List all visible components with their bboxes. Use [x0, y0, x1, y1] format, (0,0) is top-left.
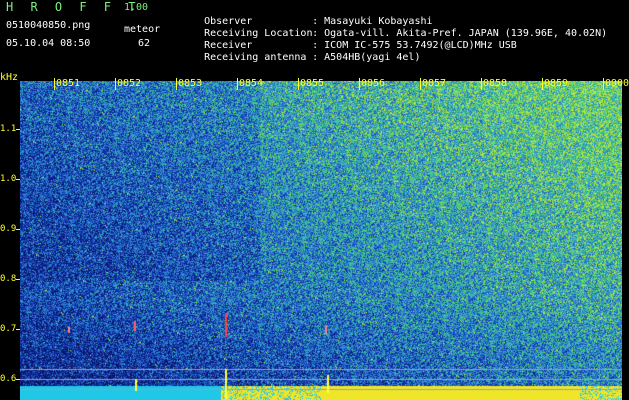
- time-tick-label: 0854: [239, 78, 264, 89]
- time-tick-label: 0859: [544, 78, 569, 89]
- time-tick-mark: [115, 78, 116, 90]
- time-tick-mark: [481, 78, 482, 90]
- header-panel: H R O F F T 1.00 0510040850.png meteor 0…: [0, 0, 629, 78]
- app-version: 1.00: [124, 2, 149, 13]
- time-tick-label: 0857: [422, 78, 447, 89]
- frequency-tick-mark: [16, 379, 20, 380]
- time-tick-mark: [298, 78, 299, 90]
- time-tick-label: 0855: [300, 78, 325, 89]
- frequency-tick-mark: [16, 129, 20, 130]
- frequency-tick-label: 1.0: [0, 174, 17, 184]
- time-tick-label: 0852: [117, 78, 142, 89]
- capture-datetime: 05.10.04 08:50: [6, 38, 91, 49]
- time-tick-label: 0851: [56, 78, 81, 89]
- info-value: A504HB(yagi 4el): [324, 52, 421, 63]
- frequency-tick-mark: [16, 279, 20, 280]
- time-tick-label: 0856: [361, 78, 386, 89]
- time-tick-label: 0853: [178, 78, 203, 89]
- frequency-tick-label: 0.6: [0, 374, 17, 384]
- spectrogram-canvas: [20, 81, 622, 400]
- time-tick-mark: [237, 78, 238, 90]
- time-tick-mark: [542, 78, 543, 90]
- time-tick-mark: [420, 78, 421, 90]
- spectrogram-plot: [20, 81, 622, 400]
- frequency-tick-mark: [16, 179, 20, 180]
- frequency-axis: 1.1 1.0 0.9 0.8 0.7 0.6: [0, 81, 20, 400]
- time-tick-label: 0900: [605, 78, 629, 89]
- time-tick-mark: [359, 78, 360, 90]
- time-axis: 0851 0852 0853 0854 0855 0856 0857 0858 0859 0900: [20, 78, 629, 90]
- frequency-tick-label: 0.7: [0, 324, 17, 334]
- frequency-tick-label: 1.1: [0, 124, 17, 134]
- time-tick-mark: [603, 78, 604, 90]
- time-tick-mark: [54, 78, 55, 90]
- info-value-antenna: : A504HB(yagi 4el): [312, 52, 421, 63]
- time-tick-label: 0858: [483, 78, 508, 89]
- frequency-tick-label: 0.8: [0, 274, 17, 284]
- frequency-tick-label: 0.9: [0, 224, 17, 234]
- capture-filename: 0510040850.png: [6, 20, 91, 31]
- meteor-count: 62: [138, 38, 151, 49]
- frequency-tick-mark: [16, 229, 20, 230]
- time-tick-mark: [176, 78, 177, 90]
- frequency-tick-mark: [16, 329, 20, 330]
- mode-label: meteor: [124, 24, 161, 35]
- app-title: H R O F F T: [6, 0, 141, 14]
